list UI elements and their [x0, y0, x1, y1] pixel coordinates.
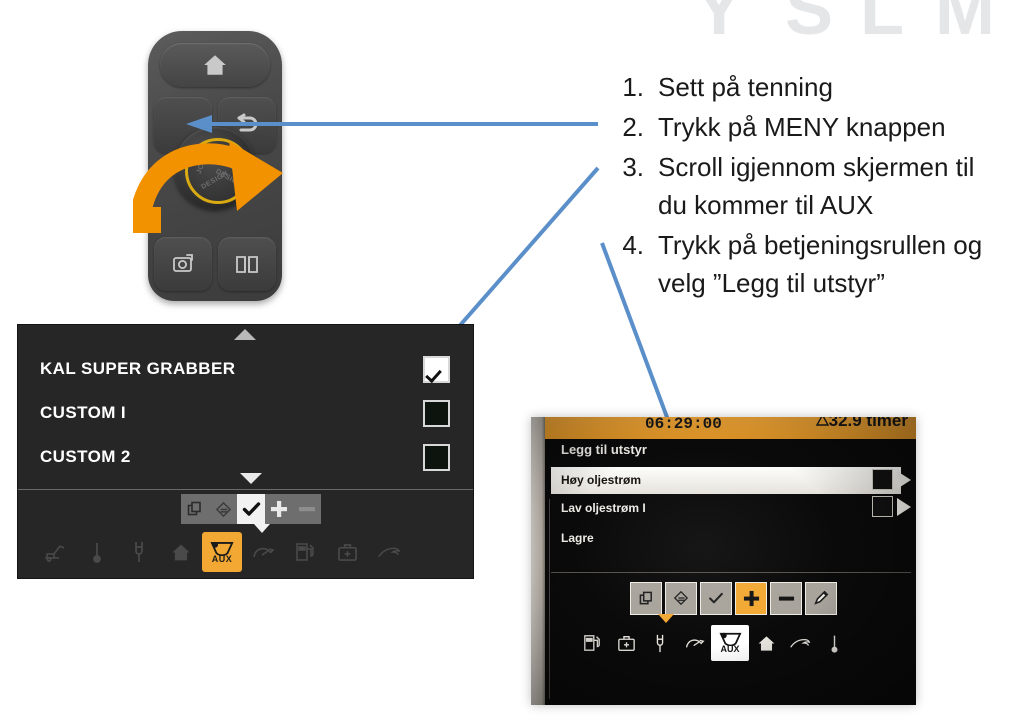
watermark-glyph: M — [935, 0, 997, 50]
gauge-icon[interactable] — [242, 531, 284, 573]
home-button[interactable] — [160, 43, 270, 87]
remove-button[interactable] — [293, 494, 321, 524]
list-item-checkbox[interactable] — [872, 496, 893, 517]
step-text: Trykk på MENY knappen — [658, 112, 946, 142]
add-button[interactable] — [265, 494, 293, 524]
step-1: 1. Sett på tenning — [604, 68, 1024, 106]
step-text-line2: du kommer til AUX — [658, 190, 874, 220]
confirm-button[interactable] — [237, 494, 265, 524]
aux-icon[interactable]: AUX — [711, 625, 749, 661]
hamburger-menu-icon — [170, 116, 196, 134]
display-divider — [551, 572, 911, 573]
watermark-glyph: Y — [695, 0, 746, 50]
list-item-label: CUSTOM I — [40, 403, 127, 422]
toolbar-caret-icon — [658, 614, 674, 623]
step-text: Trykk på betjeningsrullen og velg ”Legg … — [658, 226, 982, 302]
hand-icon[interactable] — [783, 626, 817, 660]
list-item[interactable]: Lav oljestrøm I — [561, 501, 646, 515]
tag-button[interactable] — [665, 581, 697, 615]
tag-button[interactable] — [209, 494, 237, 524]
home-icon[interactable] — [749, 626, 783, 660]
aux-icon[interactable]: AUX — [202, 532, 242, 572]
list-item-label: KAL SUPER GRABBER — [40, 359, 236, 378]
list-item-checkbox[interactable] — [423, 399, 450, 427]
watermark-glyph: S — [785, 0, 836, 50]
hand-icon[interactable] — [368, 531, 410, 573]
camera-icon — [169, 250, 197, 278]
gauge-icon[interactable] — [677, 626, 711, 660]
display-toolbar — [630, 581, 840, 615]
watermark-glyph: L — [860, 0, 906, 50]
list-item-label: Lagre — [561, 531, 594, 545]
display-photo: 06:29:00 32.9 timer Legg til utstyr Høy … — [531, 417, 916, 705]
step-text-line1: Trykk på betjeningsrullen og — [658, 230, 983, 260]
map-button[interactable] — [218, 237, 276, 291]
display-icon-row: AUX — [575, 625, 851, 661]
step-number: 1. — [622, 72, 644, 102]
add-button[interactable] — [735, 581, 767, 615]
scroll-down-indicator[interactable] — [240, 473, 262, 484]
scroll-up-indicator[interactable] — [234, 329, 256, 340]
status-hours: 32.9 timer — [828, 417, 908, 430]
first-aid-icon[interactable] — [609, 626, 643, 660]
book-map-icon — [233, 251, 261, 277]
controller-bottom-row — [154, 237, 276, 293]
aux-label: AUX — [720, 644, 740, 654]
step-3: 3. Scroll igjennom skjermen til du komme… — [604, 148, 1024, 224]
excavator-icon[interactable] — [34, 531, 76, 573]
remove-button[interactable] — [770, 581, 802, 615]
thermometer-icon[interactable] — [76, 531, 118, 573]
row-arrow-icon[interactable] — [897, 471, 911, 489]
display-body: Legg til utstyr Høy oljestrøm Lav oljest… — [545, 439, 916, 705]
step-text-line1: Scroll igjennom skjermen til — [658, 152, 975, 182]
copy-button[interactable] — [630, 581, 662, 615]
watermark: Y S L M — [695, 0, 1025, 46]
status-time: 06:29:00 — [645, 417, 722, 433]
first-aid-icon[interactable] — [326, 531, 368, 573]
rotate-dial-arrow — [133, 141, 283, 234]
list-item-label: Høy oljestrøm — [561, 473, 642, 487]
status-bar: 06:29:00 32.9 timer — [545, 417, 916, 439]
step-text: Scroll igjennom skjermen til du kommer t… — [658, 148, 974, 224]
panel-icon-row: AUX — [34, 530, 454, 574]
equipment-list-panel: KAL SUPER GRABBER CUSTOM I CUSTOM 2 AUX — [18, 325, 473, 578]
fuel-pump-icon[interactable] — [575, 626, 609, 660]
wrench-icon[interactable] — [118, 531, 160, 573]
list-item-highlighted[interactable]: Høy oljestrøm — [551, 467, 901, 494]
row-arrow-icon[interactable] — [897, 498, 911, 516]
list-item-checkbox[interactable] — [423, 443, 450, 471]
fuel-pump-icon[interactable] — [284, 531, 326, 573]
camera-button[interactable] — [154, 237, 212, 291]
step-text-line2: velg ”Legg til utstyr” — [658, 268, 885, 298]
instruction-steps: 1. Sett på tenning 2. Trykk på MENY knap… — [604, 68, 1024, 304]
equipment-list: KAL SUPER GRABBER CUSTOM I CUSTOM 2 — [18, 347, 473, 479]
step-number: 4. — [622, 230, 644, 260]
home-icon[interactable] — [160, 531, 202, 573]
list-item[interactable]: KAL SUPER GRABBER — [18, 347, 473, 391]
copy-button[interactable] — [181, 494, 209, 524]
display-title: Legg til utstyr — [561, 442, 647, 457]
home-icon — [160, 43, 270, 87]
list-item-checkbox[interactable] — [423, 355, 450, 383]
thermometer-icon[interactable] — [817, 626, 851, 660]
display-vertical-rule — [549, 499, 550, 699]
wrench-icon[interactable] — [643, 626, 677, 660]
list-item[interactable]: CUSTOM I — [18, 391, 473, 435]
step-number: 2. — [622, 112, 644, 142]
edit-button[interactable] — [805, 581, 837, 615]
step-4: 4. Trykk på betjeningsrullen og velg ”Le… — [604, 226, 1024, 302]
list-item-label: CUSTOM 2 — [40, 447, 131, 466]
panel-toolbar — [181, 494, 321, 524]
aux-label: AUX — [211, 553, 233, 564]
list-item-checkbox[interactable] — [872, 469, 893, 490]
list-item-label: Lav oljestrøm I — [561, 501, 646, 515]
list-item-save[interactable]: Lagre — [561, 531, 594, 545]
panel-divider — [18, 489, 473, 490]
step-text: Sett på tenning — [658, 72, 833, 102]
step-number: 3. — [622, 152, 644, 182]
confirm-button[interactable] — [700, 581, 732, 615]
step-2: 2. Trykk på MENY knappen — [604, 108, 1024, 146]
